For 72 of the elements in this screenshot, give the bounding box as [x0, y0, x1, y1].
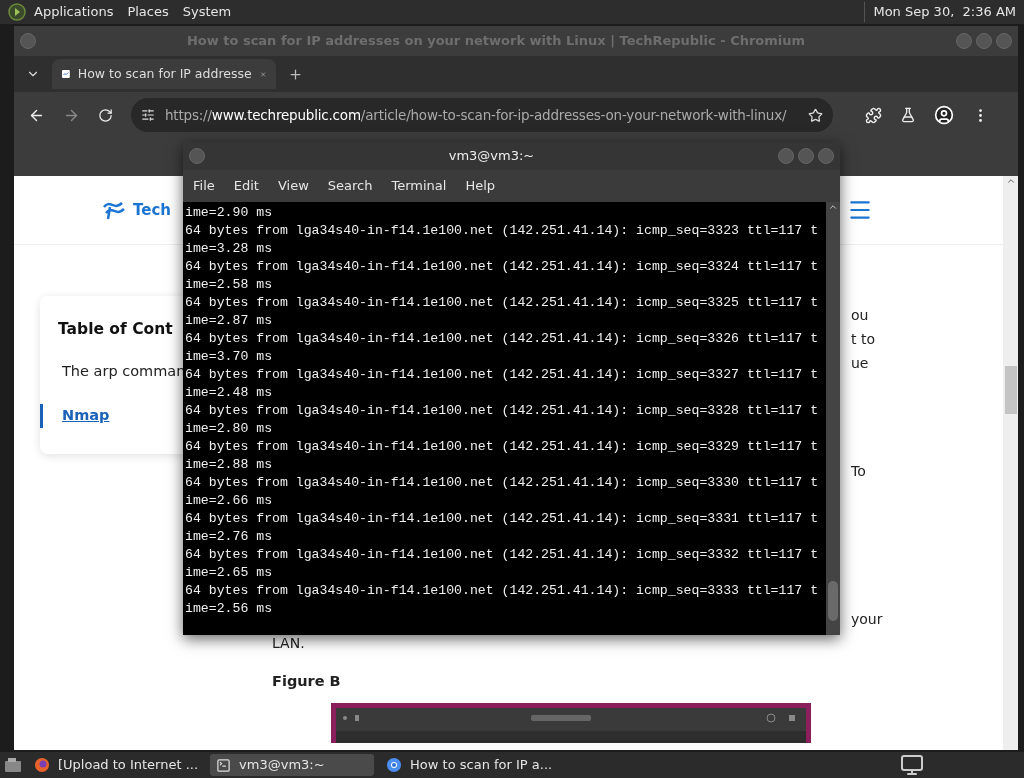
terminal-icon — [216, 757, 232, 773]
terminal-menu-item[interactable]: File — [193, 176, 215, 196]
terminal-line: 64 bytes from lga34s40-in-f14.1e100.net (142.251.41.14): icmp_seq=3325 ttl=117 t — [185, 294, 820, 312]
terminal-scrollbar[interactable] — [826, 202, 840, 635]
terminal-line: ime=2.76 ms — [185, 528, 274, 546]
address-bar[interactable]: https://www.techrepublic.com/article/how-to-scan-for-ip-addresses-on-your-network-with-linux/ — [131, 98, 833, 132]
site-logo-text: Tech — [133, 199, 171, 221]
terminal-menu-item[interactable]: View — [277, 176, 309, 196]
window-title: vm3@vm3:~ — [447, 147, 536, 166]
page-scrollbar[interactable] — [1003, 176, 1018, 750]
terminal-line: 64 bytes from lga34s40-in-f14.1e100.net (142.251.41.14): icmp_seq=3326 ttl=117 t — [185, 330, 820, 348]
browser-logo-icon — [34, 757, 50, 773]
terminal-line: ime=2.48 ms — [185, 384, 274, 402]
terminal-menu-item[interactable]: Terminal — [391, 176, 447, 196]
taskbar-item[interactable]: How to scan for IP a... — [380, 754, 559, 776]
scrollbar-thumb[interactable] — [828, 581, 838, 621]
reload-icon[interactable] — [98, 107, 113, 123]
close-button[interactable] — [818, 148, 834, 164]
workspace-icon[interactable] — [900, 753, 924, 777]
terminal-line: ime=2.56 ms — [185, 600, 274, 618]
bookmark-star-icon[interactable] — [808, 107, 823, 123]
terminal-line: 64 bytes from lga34s40-in-f14.1e100.net (142.251.41.14): icmp_seq=3331 ttl=117 t — [185, 510, 820, 528]
scroll-up-icon[interactable] — [1005, 176, 1016, 186]
article-text: t to — [851, 330, 875, 349]
scroll-up-icon[interactable] — [828, 202, 838, 212]
terminal-line: 64 bytes from lga34s40-in-f14.1e100.net (142.251.41.14): icmp_seq=3332 ttl=117 t — [185, 546, 820, 564]
terminal-line: 64 bytes from lga34s40-in-f14.1e100.net (142.251.41.14): icmp_seq=3327 ttl=117 t — [185, 366, 820, 384]
terminal-line: 64 bytes from lga34s40-in-f14.1e100.net (142.251.41.14): icmp_seq=3333 ttl=117 t — [185, 582, 820, 600]
toc-link[interactable]: The arp comman — [62, 361, 186, 384]
article-text: To — [851, 462, 866, 481]
terminal-line: ime=3.28 ms — [185, 240, 274, 258]
maximize-button[interactable] — [798, 148, 814, 164]
new-tab-icon[interactable] — [288, 66, 303, 82]
app-menu-icon[interactable] — [8, 3, 26, 21]
terminal-line: ime=2.65 ms — [185, 564, 274, 582]
terminal-line: 64 bytes from lga34s40-in-f14.1e100.net (142.251.41.14): icmp_seq=3329 ttl=117 t — [185, 438, 820, 456]
terminal-line: 64 bytes from lga34s40-in-f14.1e100.net (142.251.41.14): icmp_seq=3323 ttl=117 t — [185, 222, 820, 240]
article-text: LAN. — [272, 634, 306, 653]
flask-icon[interactable] — [900, 107, 916, 123]
toc-link[interactable]: Nmap — [62, 405, 110, 428]
panel-menu[interactable]: Places — [127, 2, 169, 22]
terminal-line: 64 bytes from lga34s40-in-f14.1e100.net (142.251.41.14): icmp_seq=3324 ttl=117 t — [185, 258, 820, 276]
taskbar-item[interactable]: vm3@vm3:~ — [210, 754, 375, 776]
site-info-icon[interactable] — [141, 108, 155, 122]
profile-icon[interactable] — [934, 105, 954, 125]
extensions-icon[interactable] — [865, 106, 882, 124]
panel-menu[interactable]: Applications — [34, 2, 114, 22]
terminal-menu-item[interactable]: Search — [327, 176, 373, 196]
window-menu-button[interactable] — [189, 148, 205, 164]
terminal-line: ime=2.58 ms — [185, 276, 274, 294]
terminal-line: 64 bytes from lga34s40-in-f14.1e100.net (142.251.41.14): icmp_seq=3328 ttl=117 t — [185, 402, 820, 420]
browser-logo-icon — [386, 757, 403, 773]
taskbar-item[interactable]: [Upload to Internet ... — [28, 754, 205, 776]
terminal-line: ime=2.66 ms — [185, 492, 274, 510]
terminal-line: 64 bytes from lga34s40-in-f14.1e100.net (142.251.41.14): icmp_seq=3330 ttl=117 t — [185, 474, 820, 492]
terminal-line: ime=2.87 ms — [185, 312, 274, 330]
article-text: ou — [851, 306, 869, 325]
clock: Mon Sep 30, 2:36 AM — [864, 2, 1016, 22]
scrollbar-thumb[interactable] — [1004, 366, 1017, 414]
panel-menu[interactable]: System — [182, 2, 232, 22]
terminal-line: ime=2.88 ms — [185, 456, 274, 474]
browser-tab[interactable]: How to scan for IP addresse — [52, 59, 276, 89]
terminal-line: ime=3.70 ms — [185, 348, 274, 366]
terminal-line: ime=2.90 ms — [185, 204, 274, 222]
toc-title: Table of Cont — [58, 319, 173, 340]
terminal-menu-item[interactable]: Edit — [233, 176, 259, 196]
minimize-button[interactable] — [778, 148, 794, 164]
terminal-menu-item[interactable]: Help — [465, 176, 496, 196]
terminal-line: ime=2.80 ms — [185, 420, 274, 438]
article-text: your — [851, 610, 883, 629]
figure-label: Figure B — [272, 672, 342, 691]
article-text: ue — [851, 354, 869, 373]
